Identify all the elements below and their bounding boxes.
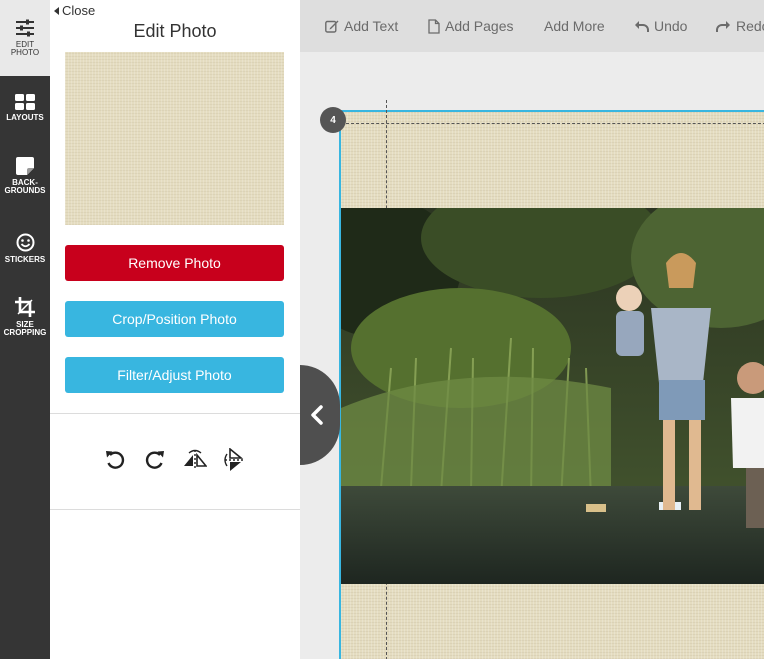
divider [50, 413, 300, 414]
add-pages-label: Add Pages [445, 18, 514, 34]
add-more-button[interactable]: Add More [544, 0, 605, 52]
left-rail: EDIT PHOTO LAYOUTS BACK- GROUNDS STICKER… [0, 0, 50, 659]
edit-text-icon [325, 20, 339, 33]
rail-label: LAYOUTS [6, 113, 44, 122]
close-link[interactable]: Close [54, 3, 95, 18]
remove-photo-button[interactable]: Remove Photo [65, 245, 284, 281]
rail-item-edit-photo[interactable]: EDIT PHOTO [0, 0, 50, 76]
flip-horizontal-icon [184, 449, 207, 470]
crop-position-photo-button[interactable]: Crop/Position Photo [65, 301, 284, 337]
caret-left-icon [54, 6, 59, 15]
flip-vertical-button[interactable] [222, 447, 248, 473]
add-text-button[interactable]: Add Text [325, 0, 398, 52]
undo-button[interactable]: Undo [634, 0, 687, 52]
rail-item-layouts[interactable]: LAYOUTS [0, 94, 50, 122]
add-text-label: Add Text [344, 18, 399, 34]
photo-tools [50, 447, 300, 473]
add-pages-button[interactable]: Add Pages [428, 0, 514, 52]
photo-image [341, 208, 764, 584]
close-label: Close [62, 3, 96, 18]
rail-item-size-cropping[interactable]: SIZE CROPPING [0, 297, 50, 337]
rail-item-stickers[interactable]: STICKERS [0, 233, 50, 264]
filter-adjust-photo-button[interactable]: Filter/Adjust Photo [65, 357, 284, 393]
rail-label: SIZE CROPPING [3, 320, 47, 337]
page-number-badge: 4 [320, 107, 346, 133]
rail-label: EDIT PHOTO [10, 40, 40, 57]
rotate-left-button[interactable] [102, 447, 128, 473]
sliders-icon [16, 19, 34, 37]
redo-icon [716, 20, 730, 32]
rail-item-backgrounds[interactable]: BACK- GROUNDS [0, 157, 50, 195]
chevron-left-icon [311, 405, 323, 425]
page-canvas: 4 [300, 52, 764, 659]
rail-label: BACK- GROUNDS [4, 178, 46, 195]
background-preview [65, 52, 284, 225]
redo-label: Redo [736, 18, 764, 34]
safe-area-guide [341, 123, 764, 124]
divider [50, 509, 300, 510]
edit-photo-panel: Close Edit Photo Remove Photo Crop/Posit… [50, 0, 300, 659]
rotate-right-button[interactable] [142, 447, 168, 473]
smiley-icon [16, 233, 34, 252]
family-photo[interactable] [341, 208, 764, 584]
rotate-right-icon [145, 451, 164, 469]
add-more-label: Add More [544, 18, 605, 34]
undo-label: Undo [654, 18, 688, 34]
rotate-left-icon [106, 451, 125, 469]
rail-label: STICKERS [4, 255, 46, 264]
panel-title: Edit Photo [133, 21, 217, 41]
layouts-grid-icon [15, 94, 35, 110]
top-toolbar: Add Text Add Pages Add More Undo Redo [300, 0, 764, 52]
background-note-icon [16, 157, 34, 175]
undo-icon [635, 20, 649, 32]
flip-horizontal-button[interactable] [182, 447, 208, 473]
redo-button[interactable]: Redo [716, 0, 764, 52]
crop-icon [15, 297, 35, 317]
page-icon [428, 18, 440, 34]
flip-vertical-icon [224, 448, 245, 471]
